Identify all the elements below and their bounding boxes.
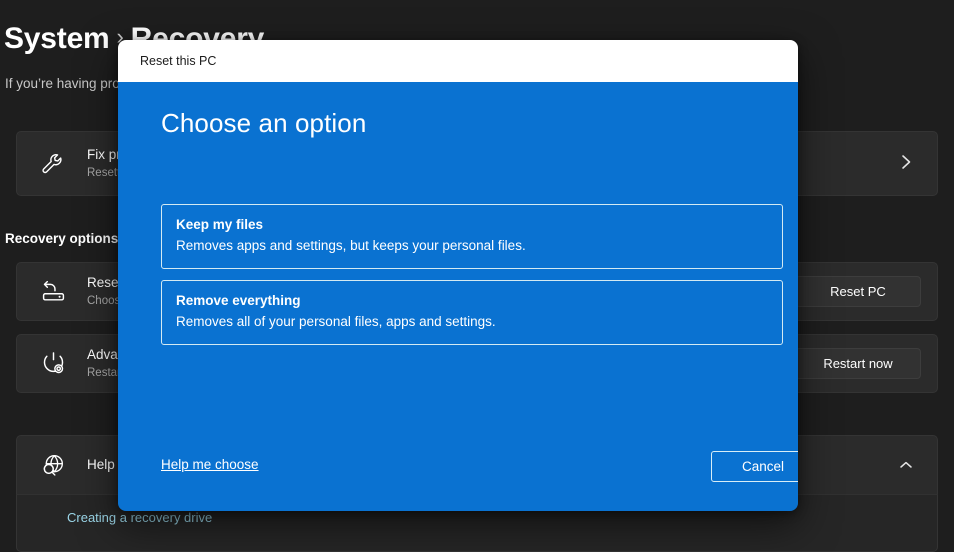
section-heading-recovery-options: Recovery options (5, 231, 119, 246)
option-description: Removes all of your personal files, apps… (176, 314, 496, 329)
option-keep-my-files[interactable]: Keep my files Removes apps and settings,… (161, 204, 783, 269)
globe-search-icon (33, 445, 73, 485)
settings-row-action[interactable]: Reset PC (795, 276, 921, 307)
restart-now-button[interactable]: Restart now (795, 348, 921, 379)
settings-row-action[interactable] (891, 154, 921, 174)
reset-this-pc-dialog: Reset this PC Choose an option Keep my f… (118, 40, 798, 511)
cancel-button[interactable]: Cancel (711, 451, 798, 482)
option-description: Removes apps and settings, but keeps you… (176, 238, 526, 253)
dialog-body: Choose an option Keep my files Removes a… (118, 82, 798, 511)
option-remove-everything[interactable]: Remove everything Removes all of your pe… (161, 280, 783, 345)
chevron-up-icon[interactable] (891, 457, 921, 474)
chevron-right-icon[interactable] (891, 154, 921, 174)
dialog-heading: Choose an option (161, 108, 367, 138)
settings-row-action[interactable] (891, 457, 921, 474)
advanced-startup-icon (33, 344, 73, 384)
option-title: Keep my files (176, 217, 264, 232)
wrench-icon (33, 144, 73, 184)
option-title: Remove everything (176, 293, 301, 308)
reset-pc-button[interactable]: Reset PC (795, 276, 921, 307)
dialog-titlebar: Reset this PC (118, 40, 798, 82)
reset-pc-icon (33, 272, 73, 312)
help-me-choose-link[interactable]: Help me choose (161, 457, 259, 472)
help-link-creating-a-recovery-drive[interactable]: Creating a recovery drive (67, 510, 212, 525)
dialog-title: Reset this PC (140, 54, 217, 68)
breadcrumb-parent[interactable]: System (4, 22, 110, 55)
dialog-footer: Help me choose Cancel (118, 439, 798, 511)
settings-row-action[interactable]: Restart now (795, 348, 921, 379)
